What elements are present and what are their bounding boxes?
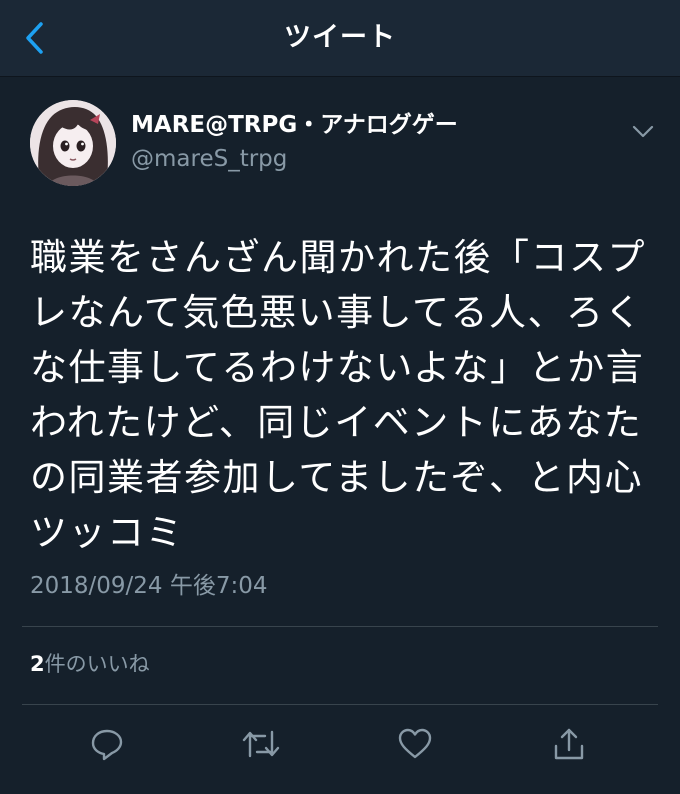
reply-button[interactable] xyxy=(85,722,129,766)
avatar[interactable] xyxy=(30,100,116,186)
reply-icon xyxy=(91,729,123,761)
tweet-text-line: われたけど、同じイベントにあなた xyxy=(30,401,643,444)
author-handle[interactable]: @mareS_trpg xyxy=(131,143,287,175)
author-display-name[interactable]: MARE@TRPG・アナログゲー xyxy=(131,109,458,141)
tweet-text-line: ツッコミ xyxy=(30,511,184,554)
retweet-button[interactable] xyxy=(239,722,283,766)
tweet-timestamp: 2018/09/24 午後7:04 xyxy=(30,573,268,599)
divider xyxy=(22,704,658,705)
share-button[interactable] xyxy=(547,722,591,766)
share-icon xyxy=(554,728,584,760)
nav-header: ツイート xyxy=(0,0,680,77)
likes-count: 2 xyxy=(30,652,45,676)
avatar-image xyxy=(30,100,116,186)
page-title: ツイート xyxy=(284,22,396,53)
tweet-text: 職業をさんざん聞かれた後「コスプ レなんて気色悪い事してる人、ろく な仕事してる… xyxy=(30,230,655,560)
tweet-text-line: レなんて気色悪い事してる人、ろく xyxy=(30,291,644,334)
divider xyxy=(22,626,658,627)
likes-link[interactable]: 2件のいいね xyxy=(30,648,150,680)
likes-label: 件のいいね xyxy=(44,652,150,676)
retweet-icon xyxy=(242,730,280,758)
tweet-text-line: 職業をさんざん聞かれた後「コスプ xyxy=(30,236,646,279)
tweet-text-line: な仕事してるわけないよな」とか言 xyxy=(30,346,645,389)
tweet-text-line: の同業者参加してましたぞ、と内心 xyxy=(30,456,644,499)
tweet-menu-button[interactable] xyxy=(627,116,659,148)
chevron-down-icon xyxy=(632,125,654,138)
tweet-detail-screen: ツイート MARE@TRPG・アナログゲー @mareS_trpg 職業をさんざ… xyxy=(0,0,680,794)
like-button[interactable] xyxy=(393,722,437,766)
heart-icon xyxy=(398,728,432,759)
